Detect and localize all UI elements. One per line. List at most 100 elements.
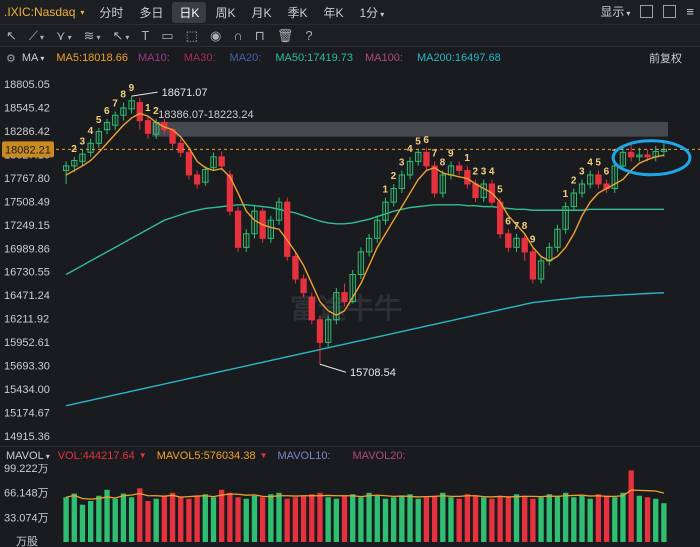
display-menu[interactable]: 显示 ▾ xyxy=(600,3,630,20)
top-bar: .IXIC:Nasdaq ▾ 分时 多日 日K 周K 月K 季K 年K 1分 ▾ … xyxy=(0,0,700,25)
td-count-label: 8 xyxy=(522,221,528,232)
magnet-icon[interactable]: ∩ xyxy=(233,28,242,43)
candle-body xyxy=(234,210,242,248)
tab-intraday[interactable]: 分时 xyxy=(92,2,130,23)
volume-selector[interactable]: MAVOL ▾ xyxy=(6,450,50,462)
candle-body xyxy=(521,237,528,253)
adjust-mode[interactable]: 前复权 xyxy=(649,50,682,66)
price-chart[interactable]: 18805.0518545.4218286.4218027.1617767.80… xyxy=(0,68,700,448)
y-tick-label: 17249.15 xyxy=(4,220,50,232)
volume-bar xyxy=(243,498,249,542)
volume-bar xyxy=(407,494,413,542)
volume-bar xyxy=(341,495,348,542)
td-count-label: 3 xyxy=(79,137,85,148)
tab-quarterly-k[interactable]: 季K xyxy=(280,2,314,23)
td-count-label: 6 xyxy=(505,216,511,227)
td-count-label: 9 xyxy=(129,83,135,94)
cursor-icon[interactable]: ↖ xyxy=(6,28,17,44)
square-icon[interactable] xyxy=(663,5,677,18)
volume-bar xyxy=(579,495,585,542)
candle-body xyxy=(595,174,602,185)
volume-bar xyxy=(464,494,471,542)
td-count-label: 6 xyxy=(423,135,429,146)
volume-bar xyxy=(571,497,577,542)
volume-bar xyxy=(153,498,159,542)
down-arrow-icon: ▼ xyxy=(259,451,268,460)
tab-multiday[interactable]: 多日 xyxy=(132,2,170,23)
candle-body xyxy=(456,165,463,171)
eye-icon[interactable]: ◉ xyxy=(210,28,221,44)
candle-body xyxy=(177,142,184,153)
volume-bar xyxy=(350,494,356,542)
candle-body xyxy=(505,233,512,248)
lock-icon[interactable]: ⊓ xyxy=(255,28,265,44)
volume-bar xyxy=(259,497,266,542)
tab-minute[interactable]: 1分 ▾ xyxy=(353,2,392,23)
chevron-down-icon: ▾ xyxy=(40,54,45,63)
td-count-label: 4 xyxy=(489,166,495,177)
td-count-label: 5 xyxy=(96,115,102,126)
ma5-value: MA5:18018.66 xyxy=(56,52,128,64)
trash-icon[interactable]: 🗑 xyxy=(277,28,294,44)
high-annotation: 18671.07 xyxy=(162,87,208,99)
y-tick-label: 16211.92 xyxy=(4,314,49,326)
volume-bar xyxy=(431,495,438,542)
ma30-value: MA30: xyxy=(183,52,216,64)
y-tick-label: 17767.80 xyxy=(4,173,50,185)
candle-body xyxy=(496,201,504,235)
volume-bar xyxy=(137,488,143,542)
volume-legend: MAVOL ▾ VOL:444217.64 ▼ MAVOL5:576034.38 ▼ … xyxy=(0,446,700,464)
volume-bar xyxy=(284,498,290,542)
tab-yearly-k[interactable]: 年K xyxy=(316,2,350,23)
tab-weekly-k[interactable]: 周K xyxy=(208,2,242,23)
line-tool-icon[interactable]: ⟋ ▾ xyxy=(29,28,44,44)
y-axis-labels: 18805.0518545.4218286.4218027.1617767.80… xyxy=(4,79,50,443)
ruler-icon[interactable]: ▭ xyxy=(161,28,173,44)
y-tick-label: 16989.86 xyxy=(4,243,50,255)
volume-bar xyxy=(63,497,69,542)
volume-bar xyxy=(448,497,454,542)
pitchfork-icon[interactable]: ⋎ ▾ xyxy=(56,28,72,44)
volume-bar xyxy=(440,492,446,542)
arrow-tool-icon[interactable]: ↖ ▾ xyxy=(113,28,130,44)
symbol-selector[interactable]: .IXIC:Nasdaq ▾ xyxy=(4,5,84,19)
td-count-label: 1 xyxy=(382,185,388,196)
volume-bar xyxy=(661,503,667,542)
text-tool-icon[interactable]: T xyxy=(141,28,149,43)
candle-body xyxy=(644,154,651,158)
ma50-line xyxy=(65,204,664,276)
volume-bar xyxy=(554,495,561,542)
volume-chart[interactable]: 99.222万 66.148万 33.074万万股 xyxy=(0,464,700,547)
volume-bar xyxy=(481,497,487,542)
y-tick-label: 17508.49 xyxy=(4,196,50,208)
volume-bar xyxy=(161,495,168,542)
gear-icon[interactable]: ⚙ xyxy=(6,52,16,65)
td-count-label: 6 xyxy=(604,166,610,177)
ma100-value: MA100: xyxy=(365,52,403,64)
candle-body xyxy=(341,292,348,303)
y-tick-label: 18805.05 xyxy=(4,79,50,91)
drawing-toolbar: ↖ ⟋ ▾ ⋎ ▾ ≋ ▾ ↖ ▾ T ▭ ⬚ ◉ ∩ ⊓ 🗑 ? xyxy=(0,25,700,47)
menu-icon[interactable]: ≡ xyxy=(686,4,694,19)
td-count-label: 3 xyxy=(481,166,487,177)
volume-bar xyxy=(128,497,135,542)
checkbox[interactable] xyxy=(640,5,654,18)
td-count-label: 5 xyxy=(595,157,601,168)
mavol5-value: MAVOL5:576034.38 xyxy=(156,449,256,462)
candle-body xyxy=(218,156,225,167)
y-tick-label: 14915.36 xyxy=(4,431,50,443)
ma-selector[interactable]: MA ▾ xyxy=(22,52,45,64)
tab-monthly-k[interactable]: 月K xyxy=(244,2,278,23)
volume-bar xyxy=(186,498,192,542)
wave-tool-icon[interactable]: ≋ ▾ xyxy=(84,28,101,44)
volume-bar xyxy=(530,498,536,542)
volume-bar xyxy=(595,494,602,542)
volume-bars xyxy=(63,470,667,542)
measure-icon[interactable]: ⬚ xyxy=(186,28,198,44)
volume-bar xyxy=(235,497,241,542)
volume-bar xyxy=(382,498,389,542)
tab-daily-k[interactable]: 日K xyxy=(172,1,207,23)
help-icon[interactable]: ? xyxy=(305,28,312,43)
volume-bar xyxy=(636,495,642,542)
volume-bar xyxy=(88,500,94,542)
